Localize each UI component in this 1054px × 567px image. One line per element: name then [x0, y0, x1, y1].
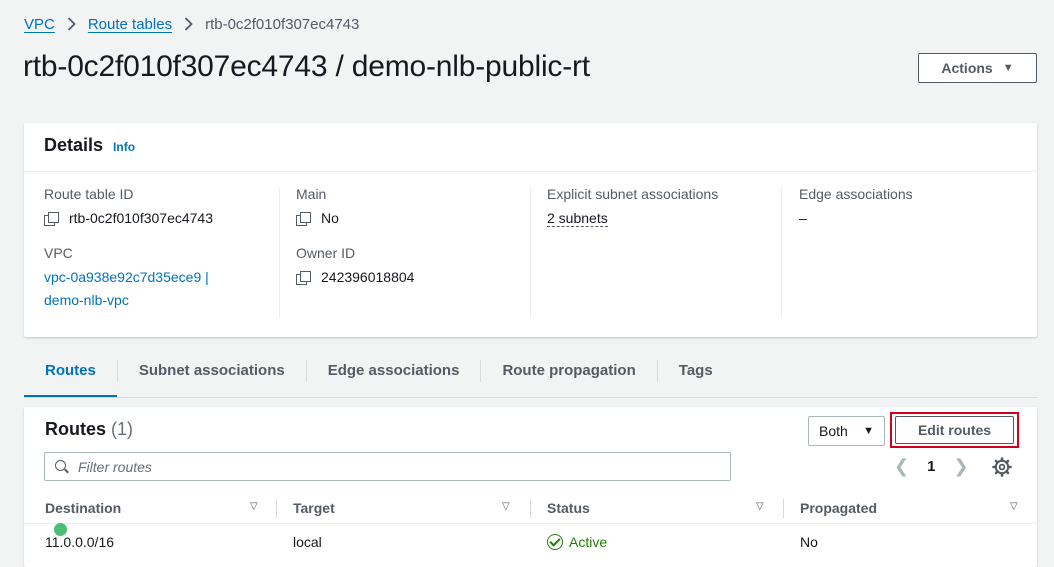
- route-filter-selected: Both: [819, 423, 848, 439]
- highlight-box: Edit routes: [890, 412, 1019, 448]
- sort-icon[interactable]: ▽: [1010, 501, 1018, 512]
- chevron-right-icon: [184, 17, 193, 31]
- sort-icon[interactable]: ▽: [756, 501, 764, 512]
- details-column-3: Explicit subnet associations 2 subnets: [547, 186, 777, 323]
- copy-icon[interactable]: [44, 211, 59, 226]
- main-label: Main: [296, 186, 327, 202]
- column-divider: [783, 499, 784, 518]
- tab-route-propagation[interactable]: Route propagation: [481, 356, 656, 386]
- column-header-propagated[interactable]: Propagated: [800, 492, 877, 524]
- column-header-status[interactable]: Status: [547, 492, 590, 524]
- breadcrumb-vpc-link[interactable]: VPC: [24, 16, 55, 33]
- info-link[interactable]: Info: [113, 140, 135, 154]
- page-title: rtb-0c2f010f307ec4743 / demo-nlb-public-…: [23, 50, 590, 83]
- main-value: No: [296, 210, 526, 226]
- search-icon: [55, 459, 69, 474]
- actions-button[interactable]: Actions ▼: [918, 53, 1037, 83]
- main-text: No: [321, 210, 339, 226]
- tabs-underline: [24, 397, 1037, 398]
- route-table-id-value: rtb-0c2f010f307ec4743: [44, 210, 274, 226]
- details-panel: Details Info Route table ID rtb-0c2f010f…: [24, 123, 1037, 337]
- owner-id-value: 242396018804: [296, 269, 526, 285]
- details-header: Details Info: [24, 123, 1037, 172]
- tab-tags[interactable]: Tags: [658, 356, 734, 386]
- sort-icon[interactable]: ▽: [502, 501, 510, 512]
- column-divider: [530, 188, 531, 318]
- copy-icon[interactable]: [296, 270, 311, 285]
- details-column-1: Route table ID rtb-0c2f010f307ec4743 VPC…: [44, 186, 274, 323]
- table-row[interactable]: 11.0.0.0/16 local Active No: [24, 525, 1037, 559]
- details-column-4: Edge associations –: [799, 186, 1029, 323]
- sort-icon[interactable]: ▽: [250, 501, 258, 512]
- tab-bar: Routes Subnet associations Edge associat…: [24, 356, 734, 398]
- details-title: Details: [44, 135, 104, 155]
- column-divider: [781, 188, 782, 318]
- chevron-right-icon: [67, 17, 76, 31]
- chevron-left-icon[interactable]: ❮: [894, 456, 909, 477]
- mouse-cursor-indicator: [54, 523, 67, 536]
- check-circle-icon: [547, 534, 563, 550]
- column-divider: [530, 499, 531, 518]
- cell-status: Active: [547, 525, 607, 559]
- actions-button-label: Actions: [941, 60, 993, 76]
- edge-associations-label: Edge associations: [799, 186, 913, 202]
- filter-routes-search[interactable]: [44, 452, 731, 481]
- route-filter-select[interactable]: Both ▼: [808, 416, 885, 446]
- explicit-subnet-value: 2 subnets: [547, 210, 777, 227]
- column-header-destination[interactable]: Destination: [45, 492, 121, 524]
- breadcrumb-route-tables-link[interactable]: Route tables: [88, 16, 172, 33]
- breadcrumb: VPC Route tables rtb-0c2f010f307ec4743: [24, 14, 359, 34]
- edge-associations-value: –: [799, 210, 807, 226]
- vpc-link[interactable]: vpc-0a938e92c7d35ece9 |: [44, 266, 274, 289]
- column-divider: [279, 188, 280, 318]
- owner-id-text: 242396018804: [321, 269, 415, 285]
- cell-target: local: [293, 534, 322, 550]
- column-divider: [276, 499, 277, 518]
- breadcrumb-current: rtb-0c2f010f307ec4743: [205, 15, 360, 33]
- chevron-right-icon[interactable]: ❯: [953, 456, 968, 477]
- routes-title: Routes (1): [45, 419, 133, 440]
- routes-panel: Routes (1) Both ▼ Edit routes ❮ 1 ❯ Dest…: [24, 407, 1037, 567]
- explicit-subnet-label: Explicit subnet associations: [547, 186, 719, 202]
- gear-icon[interactable]: [992, 457, 1012, 477]
- tab-edge-associations[interactable]: Edge associations: [307, 356, 481, 386]
- vpc-label: VPC: [44, 245, 73, 261]
- caret-down-icon: ▼: [863, 425, 874, 437]
- subnets-count-link[interactable]: 2 subnets: [547, 210, 608, 227]
- owner-id-label: Owner ID: [296, 245, 356, 261]
- copy-icon[interactable]: [296, 211, 311, 226]
- column-header-target[interactable]: Target: [293, 492, 335, 524]
- tab-subnet-associations[interactable]: Subnet associations: [118, 356, 306, 386]
- cell-propagated: No: [800, 534, 818, 550]
- route-table-id-text: rtb-0c2f010f307ec4743: [69, 210, 213, 226]
- tab-routes[interactable]: Routes: [24, 356, 117, 398]
- routes-table-header: Destination ▽ Target ▽ Status ▽ Propagat…: [24, 492, 1037, 524]
- vpc-name-link[interactable]: demo-nlb-vpc: [44, 289, 274, 312]
- route-table-id-label: Route table ID: [44, 186, 134, 202]
- current-page[interactable]: 1: [927, 458, 935, 475]
- edit-routes-button[interactable]: Edit routes: [895, 416, 1014, 444]
- routes-title-text: Routes: [45, 419, 107, 439]
- routes-count: (1): [111, 419, 134, 439]
- status-text: Active: [569, 534, 608, 550]
- pagination: ❮ 1 ❯: [894, 456, 969, 477]
- details-column-2: Main No Owner ID 242396018804: [296, 186, 526, 323]
- caret-down-icon: ▼: [1002, 62, 1014, 74]
- filter-routes-input[interactable]: [78, 458, 678, 475]
- details-body: Route table ID rtb-0c2f010f307ec4743 VPC…: [24, 172, 1037, 337]
